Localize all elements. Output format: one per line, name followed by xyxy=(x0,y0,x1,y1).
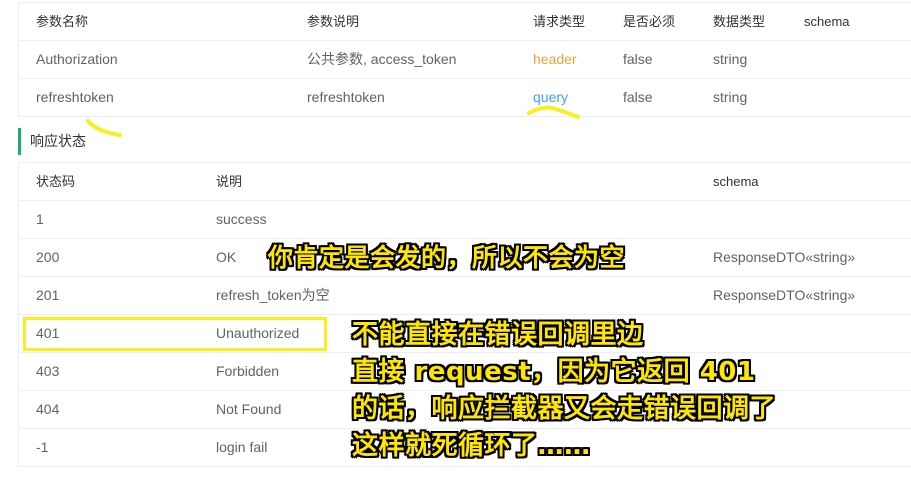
header-required: 是否必须 xyxy=(623,14,676,29)
status-code: 403 xyxy=(36,363,60,379)
header-description: 说明 xyxy=(216,174,243,189)
table-row: Authorization 公共参数, access_token header … xyxy=(19,41,911,79)
status-code: 1 xyxy=(36,211,44,227)
underline-annotation xyxy=(527,105,580,119)
status-desc: Not Found xyxy=(216,401,282,417)
annotation-line: 不能直接在错误回调里边 xyxy=(352,320,644,350)
header-param-desc: 参数说明 xyxy=(307,14,360,29)
status-desc: login fail xyxy=(216,439,268,455)
table-header-row: 参数名称 参数说明 请求类型 是否必须 数据类型 schema xyxy=(19,3,911,41)
required: false xyxy=(623,89,653,105)
required: false xyxy=(623,51,653,67)
status-code: 200 xyxy=(36,249,60,265)
status-schema: ResponseDTO«string» xyxy=(713,249,856,265)
request-type: header xyxy=(533,51,577,67)
table-header-row: 状态码 说明 schema xyxy=(19,163,911,201)
status-code: 201 xyxy=(36,287,60,303)
table-row: 201 refresh_token为空 ResponseDTO«string» xyxy=(19,277,911,315)
params-table: 参数名称 参数说明 请求类型 是否必须 数据类型 schema Authoriz… xyxy=(18,2,911,117)
status-code: 404 xyxy=(36,401,60,417)
status-desc: OK xyxy=(216,249,237,265)
param-name: refreshtoken xyxy=(36,89,114,105)
header-schema: schema xyxy=(713,174,759,189)
header-data-type: 数据类型 xyxy=(713,14,766,29)
data-type: string xyxy=(713,51,748,67)
header-status-code: 状态码 xyxy=(36,174,76,189)
annotation-note-multiline: 不能直接在错误回调里边 直接 request，因为它返回 401 的话，响应拦截… xyxy=(352,317,776,465)
param-name: Authorization xyxy=(36,51,118,67)
status-desc: Forbidden xyxy=(216,363,280,379)
status-schema: ResponseDTO«string» xyxy=(713,287,856,303)
header-schema: schema xyxy=(804,14,850,29)
table-row: 1 success xyxy=(19,201,911,239)
status-code: -1 xyxy=(36,439,49,455)
section-accent-bar xyxy=(18,128,21,155)
status-desc: success xyxy=(216,211,267,227)
status-desc: refresh_token为空 xyxy=(216,287,330,303)
header-param-name: 参数名称 xyxy=(36,14,89,29)
data-type: string xyxy=(713,89,748,105)
param-desc: refreshtoken xyxy=(307,89,385,105)
annotation-line: 的话，响应拦截器又会走错误回调了 xyxy=(352,394,777,424)
annotation-line: 直接 request，因为它返回 401 xyxy=(352,357,756,387)
header-request-type: 请求类型 xyxy=(533,14,586,29)
section-title: 响应状态 xyxy=(30,133,86,149)
underline-annotation xyxy=(86,119,122,137)
param-desc: 公共参数, access_token xyxy=(307,51,457,67)
table-row: refreshtoken refreshtoken query false st… xyxy=(19,79,911,117)
annotation-note: 你肯定是会发的，所以不会为空 xyxy=(268,243,626,272)
annotation-line: 这样就死循环了…… xyxy=(352,431,591,461)
highlight-box xyxy=(23,317,327,351)
